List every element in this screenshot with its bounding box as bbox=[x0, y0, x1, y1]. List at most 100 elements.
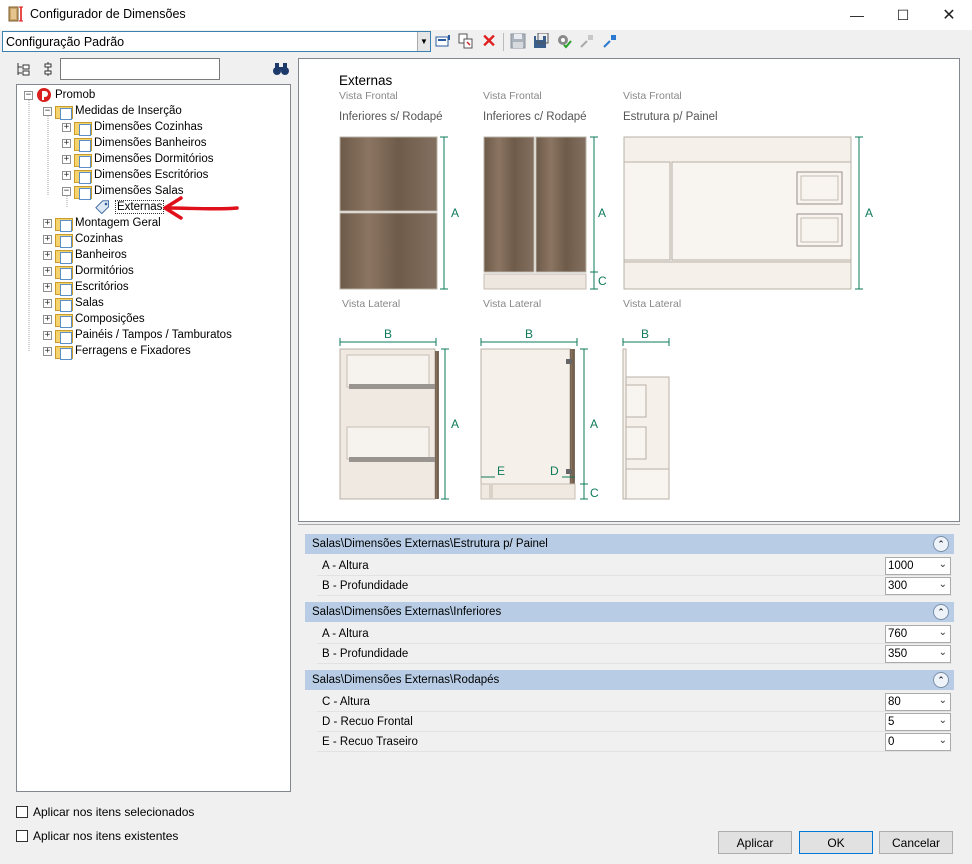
collapse-section-icon[interactable]: ⌃ bbox=[933, 536, 949, 552]
chevron-down-icon[interactable]: ⌄ bbox=[939, 735, 947, 746]
cabinet-side-no-plinth: B A bbox=[339, 327, 459, 500]
binoculars-icon[interactable] bbox=[272, 61, 290, 77]
tree-node-dimensoes-escritorios[interactable]: + Dimensões Escritórios bbox=[62, 167, 208, 184]
property-value-select[interactable]: 0 ⌄ bbox=[885, 733, 951, 751]
tree-node-medidas-insercao[interactable]: − Medidas de Inserção bbox=[43, 103, 182, 120]
collapse-section-icon[interactable]: ⌃ bbox=[933, 604, 949, 620]
collapse-icon[interactable]: − bbox=[24, 90, 33, 100]
apply-button[interactable]: Aplicar bbox=[718, 831, 792, 854]
chevron-down-icon[interactable]: ▼ bbox=[417, 32, 430, 51]
chevron-down-icon[interactable]: ⌄ bbox=[939, 627, 947, 638]
expand-icon[interactable]: + bbox=[43, 234, 52, 244]
expand-icon[interactable]: + bbox=[43, 282, 52, 292]
section-inferiores[interactable]: Salas\Dimensões Externas\Inferiores ⌃ bbox=[305, 602, 954, 622]
tree-node-label: Painéis / Tampos / Tamburatos bbox=[75, 329, 232, 341]
expand-icon[interactable]: + bbox=[43, 218, 52, 228]
dim-b-label-3: B bbox=[641, 327, 649, 341]
tree-node-salas[interactable]: + Salas bbox=[43, 295, 104, 312]
chevron-down-icon[interactable]: ⌄ bbox=[939, 579, 947, 590]
folder-icon bbox=[55, 296, 73, 312]
collapse-icon[interactable]: − bbox=[62, 186, 71, 196]
export-icon[interactable] bbox=[601, 32, 619, 50]
tree-node-escritorios[interactable]: + Escritórios bbox=[43, 279, 129, 296]
expand-icon[interactable]: + bbox=[62, 154, 71, 164]
property-value: 80 bbox=[888, 696, 901, 708]
folder-icon bbox=[55, 248, 73, 264]
collapse-icon[interactable]: − bbox=[43, 106, 52, 116]
dim-d-label: D bbox=[550, 464, 559, 478]
property-row-b-profundidade: B - Profundidade 300 ⌄ bbox=[317, 576, 952, 596]
property-value: 5 bbox=[888, 716, 895, 728]
dim-a-label-5: A bbox=[590, 417, 598, 431]
dim-b-label-1: B bbox=[384, 327, 392, 341]
expand-tree-icon[interactable] bbox=[16, 61, 32, 77]
tree-node-paineis[interactable]: + Painéis / Tampos / Tamburatos bbox=[43, 327, 232, 344]
expand-icon[interactable]: + bbox=[43, 346, 52, 356]
property-value: 350 bbox=[888, 648, 908, 660]
property-value-select[interactable]: 760 ⌄ bbox=[885, 625, 951, 643]
tree-node-externas[interactable]: Externas bbox=[95, 199, 165, 215]
tree-node-dimensoes-banheiros[interactable]: + Dimensões Banheiros bbox=[62, 135, 207, 152]
chevron-down-icon[interactable]: ⌄ bbox=[939, 647, 947, 658]
collapse-section-icon[interactable]: ⌃ bbox=[933, 672, 949, 688]
expand-icon[interactable]: + bbox=[43, 298, 52, 308]
property-value-select[interactable]: 80 ⌄ bbox=[885, 693, 951, 711]
panel-estrutura-painel: Estrutura p/ Painel bbox=[623, 111, 718, 123]
section-rodapes[interactable]: Salas\Dimensões Externas\Rodapés ⌃ bbox=[305, 670, 954, 690]
chevron-down-icon[interactable]: ⌄ bbox=[939, 559, 947, 570]
tree-node-dimensoes-cozinhas[interactable]: + Dimensões Cozinhas bbox=[62, 119, 203, 136]
property-label: A - Altura bbox=[322, 560, 369, 572]
tree-node-label: Dormitórios bbox=[75, 265, 134, 277]
folder-icon bbox=[55, 328, 73, 344]
tree-node-label: Dimensões Cozinhas bbox=[94, 121, 203, 133]
dim-a-label-1: A bbox=[451, 206, 459, 220]
delete-icon[interactable]: ✕ bbox=[480, 31, 498, 51]
save-icon[interactable] bbox=[509, 32, 527, 50]
tree-node-montagem-geral[interactable]: + Montagem Geral bbox=[43, 215, 161, 232]
expand-icon[interactable]: + bbox=[62, 138, 71, 148]
save-as-icon[interactable] bbox=[532, 32, 550, 50]
annotation-arrow-icon bbox=[163, 196, 239, 220]
chevron-down-icon[interactable]: ⌄ bbox=[939, 695, 947, 706]
apply-selected-checkbox[interactable] bbox=[16, 806, 28, 818]
tree-node-ferragens[interactable]: + Ferragens e Fixadores bbox=[43, 343, 191, 360]
expand-icon[interactable]: + bbox=[62, 122, 71, 132]
dim-c-label-2: C bbox=[590, 486, 599, 500]
property-value-select[interactable]: 1000 ⌄ bbox=[885, 557, 951, 575]
section-title: Salas\Dimensões Externas\Inferiores bbox=[312, 606, 502, 618]
tree-node-composicoes[interactable]: + Composições bbox=[43, 311, 145, 328]
view-front-label-3: Vista Frontal bbox=[623, 90, 682, 102]
expand-icon[interactable]: + bbox=[43, 266, 52, 276]
expand-icon[interactable]: + bbox=[62, 170, 71, 180]
ok-button[interactable]: OK bbox=[799, 831, 873, 854]
chevron-down-icon[interactable]: ⌄ bbox=[939, 715, 947, 726]
property-value-select[interactable]: 300 ⌄ bbox=[885, 577, 951, 595]
collapse-tree-icon[interactable] bbox=[40, 61, 56, 77]
expand-icon[interactable]: + bbox=[43, 314, 52, 324]
tree-node-cozinhas[interactable]: + Cozinhas bbox=[43, 231, 123, 248]
tree-node-promob[interactable]: − Promob bbox=[24, 87, 95, 103]
close-window-button[interactable]: ✕ bbox=[926, 0, 972, 30]
expand-icon[interactable]: + bbox=[43, 250, 52, 260]
view-side-label-1: Vista Lateral bbox=[342, 298, 400, 310]
maximize-button[interactable]: ☐ bbox=[880, 0, 926, 30]
cancel-button[interactable]: Cancelar bbox=[879, 831, 953, 854]
copy-config-icon[interactable] bbox=[457, 32, 475, 50]
property-label: C - Altura bbox=[322, 696, 370, 708]
section-estrutura-painel[interactable]: Salas\Dimensões Externas\Estrutura p/ Pa… bbox=[305, 534, 954, 554]
expand-icon[interactable]: + bbox=[43, 330, 52, 340]
tree-node-banheiros[interactable]: + Banheiros bbox=[43, 247, 127, 264]
import-icon[interactable] bbox=[578, 32, 596, 50]
tree-node-dimensoes-dormitorios[interactable]: + Dimensões Dormitórios bbox=[62, 151, 214, 168]
property-value-select[interactable]: 5 ⌄ bbox=[885, 713, 951, 731]
new-config-icon[interactable] bbox=[434, 32, 452, 50]
dimension-tree[interactable]: − Promob − Medidas de Inserção + Dimensõ… bbox=[16, 84, 291, 792]
tree-node-dormitorios[interactable]: + Dormitórios bbox=[43, 263, 134, 280]
tree-search-input[interactable] bbox=[60, 58, 220, 80]
minimize-button[interactable]: — bbox=[834, 0, 880, 30]
settings-check-icon[interactable] bbox=[555, 32, 573, 50]
configuration-select[interactable]: Configuração Padrão ▼ bbox=[2, 31, 431, 52]
folder-icon bbox=[55, 344, 73, 360]
property-value-select[interactable]: 350 ⌄ bbox=[885, 645, 951, 663]
apply-existing-checkbox[interactable] bbox=[16, 830, 28, 842]
